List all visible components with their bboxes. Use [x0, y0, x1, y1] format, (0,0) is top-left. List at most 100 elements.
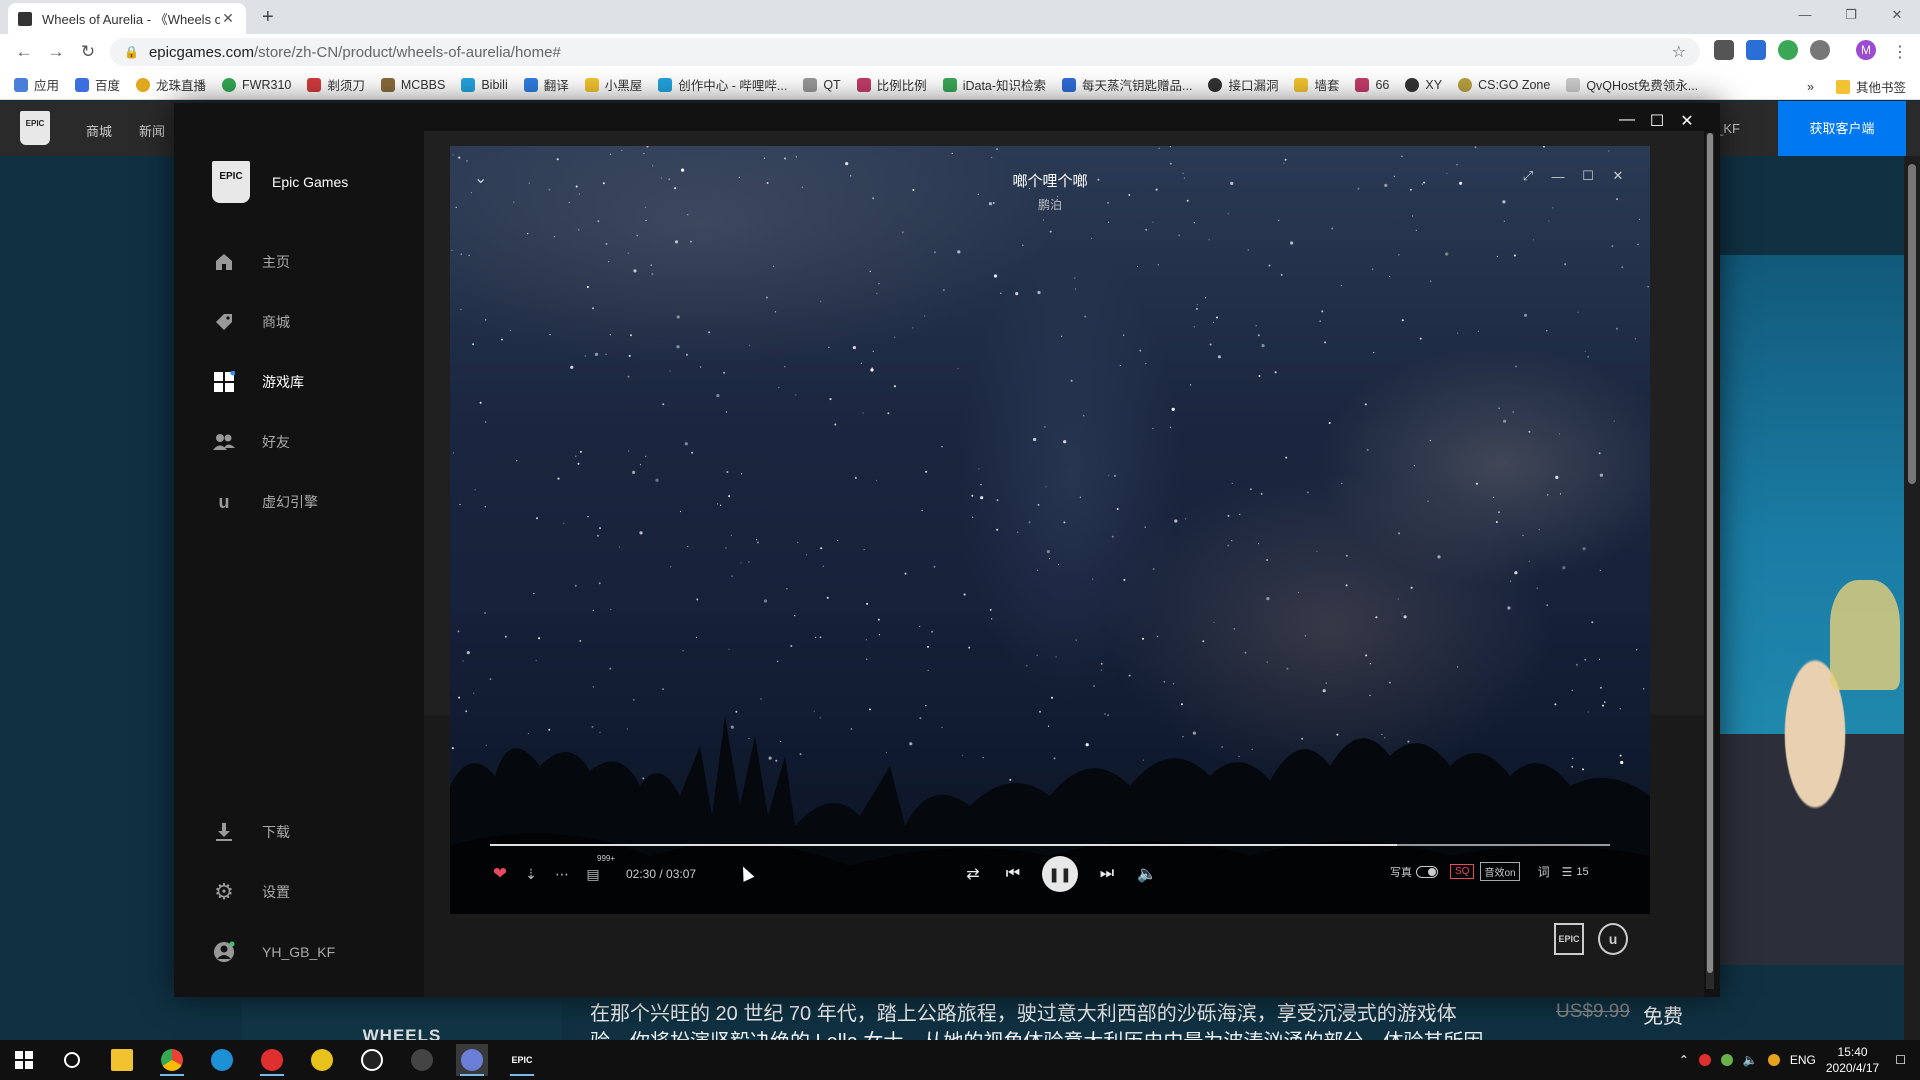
bookmark-item[interactable]: 创作中心 - 哔哩哔... [658, 75, 787, 94]
epic-launcher-icon[interactable]: EPIC [506, 1044, 538, 1076]
sidebar-item-store[interactable]: 商城 [212, 307, 412, 337]
bookmark-item[interactable]: CS:GO Zone [1458, 77, 1550, 92]
language-indicator[interactable]: ENG [1790, 1053, 1816, 1067]
app-icon[interactable] [306, 1044, 338, 1076]
bookmark-item[interactable]: 翻译 [523, 75, 569, 94]
tab-close-button[interactable]: ✕ [220, 10, 236, 27]
maximize-button[interactable]: ☐ [1580, 168, 1596, 184]
bookmark-item[interactable]: 墙套 [1294, 75, 1339, 94]
sound-effect-button[interactable]: 音效on [1480, 862, 1520, 881]
address-bar[interactable]: 🔒 epicgames.com/store/zh-CN/product/whee… [110, 38, 1700, 66]
close-button[interactable]: ✕ [1610, 168, 1626, 184]
bookmark-item[interactable]: 百度 [75, 75, 120, 94]
minimize-button[interactable]: — [1612, 111, 1642, 131]
star [1398, 254, 1400, 256]
reload-button[interactable]: ↻ [72, 42, 104, 62]
extension-icon[interactable] [1714, 40, 1734, 60]
other-bookmarks[interactable]: 其他书签 [1856, 77, 1906, 96]
new-tab-button[interactable]: + [262, 6, 274, 29]
store-nav-link[interactable]: 商城 [86, 121, 112, 140]
app-icon[interactable] [456, 1044, 488, 1076]
restore-button[interactable]: ❐ [1828, 0, 1874, 30]
song-progress-bar[interactable] [490, 844, 1610, 846]
star [533, 592, 535, 595]
notification-icon[interactable]: ☐ [1895, 1053, 1906, 1067]
lyrics-button[interactable]: 词 [1538, 863, 1550, 880]
like-heart-icon[interactable]: ❤ [490, 864, 510, 884]
netease-music-icon[interactable] [256, 1044, 288, 1076]
back-button[interactable]: ← [8, 42, 40, 62]
photo-mode-toggle[interactable] [1416, 865, 1438, 878]
bookmark-item[interactable]: Bibili [461, 77, 508, 92]
get-client-button[interactable]: 获取客户端 [1778, 101, 1906, 156]
comment-icon[interactable]: ▤ 999+ [583, 854, 615, 884]
quality-selector[interactable]: SQ [1450, 864, 1475, 879]
profile-avatar[interactable]: M [1856, 40, 1876, 60]
bookmark-item[interactable]: QvQHost免费领永... [1566, 75, 1698, 94]
playlist-queue-button[interactable]: ☰ 15 [1562, 865, 1589, 879]
volume-icon[interactable]: 🔈 [1136, 863, 1158, 885]
download-icon[interactable]: ⇣ [521, 864, 541, 884]
bookmark-overflow[interactable]: » 其他书签 [1807, 77, 1906, 96]
bookmark-item[interactable]: MCBBS [380, 77, 445, 92]
bookmark-item[interactable]: 接口漏洞 [1208, 75, 1278, 94]
bookmark-item[interactable]: 比例比例 [856, 75, 927, 94]
extension-icon[interactable] [1810, 40, 1830, 60]
steam-icon[interactable] [406, 1044, 438, 1076]
sidebar-item-home[interactable]: 主页 [212, 247, 412, 277]
launcher-scrollbar[interactable] [1706, 133, 1714, 989]
extension-icon[interactable] [1778, 40, 1798, 60]
sidebar-item-downloads[interactable]: 下载 [212, 817, 412, 847]
fullscreen-icon[interactable]: ⤢ [1520, 168, 1536, 184]
sidebar-item-account[interactable]: YH_GB_KF [212, 937, 412, 967]
close-button[interactable]: ✕ [1672, 111, 1702, 131]
song-artist[interactable]: 鹏泊 [450, 196, 1650, 213]
next-track-icon[interactable]: ⏭ [1096, 863, 1118, 885]
sidebar-item-settings[interactable]: ⚙ 设置 [212, 877, 412, 907]
bookmark-item[interactable]: 66 [1355, 77, 1389, 92]
bookmark-item[interactable]: 每天蒸汽钥匙赠品... [1062, 75, 1192, 94]
more-options-icon[interactable]: ⋯ [552, 864, 572, 884]
sidebar-item-friends[interactable]: 好友 [212, 427, 412, 457]
star [1515, 365, 1517, 368]
bookmark-item[interactable]: iData-知识检索 [942, 75, 1046, 94]
tray-app-icon[interactable] [1698, 1054, 1711, 1066]
sidebar-item-unreal-engine[interactable]: u 虚幻引擎 [212, 487, 412, 517]
shuffle-icon[interactable]: ⇄ [962, 863, 984, 885]
page-scrollbar[interactable] [1904, 156, 1920, 1056]
bookmark-item[interactable]: QT [803, 77, 841, 92]
tray-overflow-icon[interactable]: ⌃ [1679, 1053, 1689, 1067]
bookmark-more-button[interactable]: » [1807, 80, 1814, 94]
tray-app-icon[interactable] [1720, 1054, 1733, 1066]
qq-icon[interactable] [356, 1044, 388, 1076]
bookmark-item[interactable]: 龙珠直播 [136, 75, 206, 94]
bookmark-item[interactable]: 剃须刀 [307, 75, 365, 94]
store-nav-link[interactable]: 新闻 [139, 121, 165, 140]
menu-icon[interactable]: ⋮ [1892, 42, 1908, 62]
bookmark-item[interactable]: FWR310 [222, 77, 291, 92]
maximize-button[interactable]: ☐ [1642, 111, 1672, 131]
bookmark-item[interactable]: 应用 [14, 75, 59, 94]
previous-track-icon[interactable]: ⏮ [1002, 863, 1024, 885]
pause-button[interactable]: ❚❚ [1042, 856, 1078, 892]
star [1558, 433, 1561, 435]
minimize-button[interactable]: — [1782, 0, 1828, 30]
close-window-button[interactable]: ✕ [1874, 0, 1920, 30]
extension-icon[interactable] [1746, 40, 1766, 60]
search-icon[interactable] [56, 1044, 88, 1076]
clock[interactable]: 15:40 2020/4/17 [1826, 1044, 1879, 1076]
chrome-icon[interactable] [156, 1044, 188, 1076]
app-icon[interactable] [206, 1044, 238, 1076]
start-button[interactable] [8, 1044, 40, 1076]
volume-icon[interactable]: 🔈 [1743, 1053, 1758, 1067]
tray-app-icon[interactable] [1767, 1054, 1780, 1066]
minimize-button[interactable]: — [1550, 168, 1566, 184]
file-explorer-icon[interactable] [106, 1044, 138, 1076]
sidebar-item-library[interactable]: 游戏库 [212, 367, 412, 397]
epic-logo-icon[interactable]: EPIC [20, 111, 50, 145]
bookmark-item[interactable]: 小黑屋 [584, 75, 642, 94]
bookmark-star-icon[interactable]: ☆ [1672, 42, 1686, 62]
browser-tab[interactable]: Wheels of Aurelia - 《Wheels of Aurelia》 … [8, 3, 246, 34]
forward-button[interactable]: → [40, 42, 72, 62]
bookmark-item[interactable]: XY [1405, 77, 1442, 92]
